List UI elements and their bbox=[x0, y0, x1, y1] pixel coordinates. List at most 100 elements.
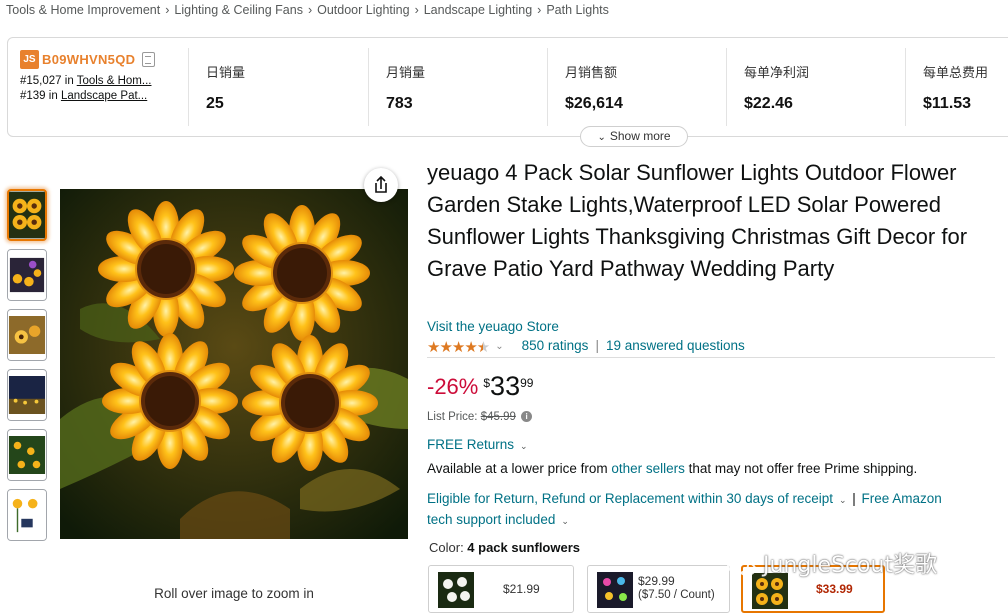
breadcrumb-separator: › bbox=[307, 3, 313, 17]
chevron-down-icon[interactable]: ⌄ bbox=[561, 516, 569, 526]
thumbnail-6[interactable] bbox=[7, 489, 47, 541]
sunflower-thumbnail-image bbox=[8, 310, 46, 360]
color-value: 4 pack sunflowers bbox=[467, 540, 581, 555]
sunflower-thumbnail-image bbox=[9, 191, 45, 239]
breadcrumb-separator: › bbox=[414, 3, 419, 17]
multicolor-flower-swatch-image bbox=[597, 572, 633, 608]
swatch-unit-price: ($7.50 / Count) bbox=[638, 589, 715, 601]
stat-label: 月销售额 bbox=[565, 65, 618, 80]
price-block: -26% $3399 bbox=[427, 371, 534, 406]
divider: | bbox=[848, 491, 860, 506]
rating-row: ★★★★★ ⌄ 850 ratings | 19 answered questions bbox=[427, 338, 995, 358]
breadcrumb-separator: › bbox=[165, 3, 170, 17]
white-flower-swatch-image bbox=[438, 572, 474, 608]
asin-link[interactable]: B09WHVN5QD bbox=[42, 52, 135, 67]
other-sellers-link[interactable]: other sellers bbox=[611, 461, 685, 476]
rank-category-link[interactable]: Landscape Pat... bbox=[61, 90, 147, 102]
watermark: JungleScout奖歌 bbox=[727, 547, 937, 581]
stat-label: 月销量 bbox=[386, 65, 426, 80]
ratings-count-link[interactable]: 850 ratings bbox=[522, 338, 589, 353]
chevron-down-icon[interactable]: ⌄ bbox=[839, 495, 847, 505]
info-icon[interactable]: i bbox=[521, 411, 533, 423]
watermark-text: JungleScout奖歌 bbox=[763, 553, 938, 578]
stat-value: $11.53 bbox=[923, 95, 972, 112]
tech-support-link[interactable]: tech support included bbox=[427, 512, 555, 527]
stat-monthly-revenue: 月销售额 $26,614 bbox=[547, 48, 727, 126]
stat-value: $22.46 bbox=[744, 95, 793, 112]
eligible-return-link[interactable]: Eligible for Return, Refund or Replaceme… bbox=[427, 491, 833, 506]
discount-percent: -26% bbox=[427, 374, 479, 399]
return-eligibility: Eligible for Return, Refund or Replaceme… bbox=[427, 489, 987, 531]
stat-value: 783 bbox=[386, 95, 413, 112]
color-swatch-option[interactable]: $29.99 ($7.50 / Count) bbox=[587, 565, 730, 613]
swatch-price: $21.99 bbox=[503, 582, 540, 596]
rank-line: #139 in Landscape Pat... bbox=[20, 90, 180, 102]
free-returns-label[interactable]: FREE Returns bbox=[427, 437, 514, 452]
jungle-scout-logo-icon: JS bbox=[20, 50, 39, 69]
stat-total-fees: 每单总费用 $11.53 bbox=[905, 48, 1008, 126]
divider: | bbox=[595, 338, 599, 353]
sunflower-thumbnail-image bbox=[8, 490, 46, 540]
stat-net-profit: 每单净利润 $22.46 bbox=[726, 48, 906, 126]
product-main-image[interactable] bbox=[60, 189, 408, 539]
free-returns-link[interactable]: FREE Returns ⌄ bbox=[427, 437, 528, 452]
sunflower-thumbnail-image bbox=[8, 430, 46, 480]
color-selection-label: Color: 4 pack sunflowers bbox=[429, 540, 580, 555]
free-amazon-link[interactable]: Free Amazon bbox=[862, 491, 942, 506]
copy-icon[interactable] bbox=[142, 52, 156, 67]
list-price-value: $45.99 bbox=[480, 411, 516, 423]
breadcrumb-item[interactable]: Outdoor Lighting bbox=[317, 3, 409, 17]
breadcrumb: Tools & Home Improvement › Lighting & Ceil… bbox=[6, 3, 609, 17]
price-whole: 33 bbox=[490, 371, 521, 401]
rank-prefix: #139 in bbox=[20, 90, 61, 102]
breadcrumb-item[interactable]: Lighting & Ceiling Fans bbox=[174, 3, 303, 17]
rank-prefix: #15,027 in bbox=[20, 75, 77, 87]
share-icon bbox=[375, 175, 387, 193]
stat-value: $26,614 bbox=[565, 95, 623, 112]
thumbnail-4[interactable] bbox=[7, 369, 47, 421]
stat-label: 每单净利润 bbox=[744, 65, 810, 80]
answered-questions-link[interactable]: 19 answered questions bbox=[606, 338, 745, 353]
breadcrumb-separator: › bbox=[537, 3, 542, 17]
breadcrumb-item[interactable]: Tools & Home Improvement bbox=[6, 3, 160, 17]
wechat-logo-icon bbox=[727, 556, 756, 576]
stat-value: 25 bbox=[206, 95, 224, 112]
product-title: yeuago 4 Pack Solar Sunflower Lights Out… bbox=[427, 160, 968, 281]
lower-price-suffix: that may not offer free Prime shipping. bbox=[684, 461, 918, 476]
thumbnail-1[interactable] bbox=[7, 189, 47, 241]
zoom-hint: Roll over image to zoom in bbox=[154, 586, 314, 601]
chevron-down-icon: ⌄ bbox=[597, 132, 606, 143]
list-price: List Price: $45.99 i bbox=[427, 411, 533, 423]
lower-price-text: Available at a lower price from bbox=[427, 461, 612, 476]
thumbnail-5[interactable] bbox=[7, 429, 47, 481]
list-price-label: List Price: bbox=[427, 411, 481, 423]
show-more-button[interactable]: ⌄ Show more bbox=[580, 126, 688, 147]
lower-price-notice: Available at a lower price from other se… bbox=[427, 461, 917, 476]
sunflower-lights-image bbox=[60, 189, 408, 539]
store-link[interactable]: Visit the yeuago Store bbox=[427, 319, 559, 334]
rank-line: #15,027 in Tools & Hom... bbox=[20, 75, 180, 87]
sunflower-thumbnail-image bbox=[8, 250, 46, 300]
breadcrumb-item[interactable]: Landscape Lighting bbox=[424, 3, 532, 17]
stat-monthly-sales: 月销量 783 bbox=[368, 48, 548, 126]
share-button[interactable] bbox=[364, 168, 398, 202]
chevron-down-icon[interactable]: ⌄ bbox=[520, 441, 528, 451]
sunflower-thumbnail-image bbox=[8, 370, 46, 420]
asin-block: JS B09WHVN5QD #15,027 in Tools & Hom... #… bbox=[20, 50, 180, 102]
swatch-price: $29.99 bbox=[638, 574, 675, 588]
swatch-price: $33.99 bbox=[816, 582, 853, 596]
price-fraction: 99 bbox=[520, 376, 534, 390]
thumbnail-2[interactable] bbox=[7, 249, 47, 301]
breadcrumb-item[interactable]: Path Lights bbox=[546, 3, 609, 17]
stat-label: 每单总费用 bbox=[923, 65, 989, 80]
thumbnail-3[interactable] bbox=[7, 309, 47, 361]
stat-label: 日销量 bbox=[206, 65, 246, 80]
jungle-scout-panel: JS B09WHVN5QD #15,027 in Tools & Hom... #… bbox=[7, 37, 1008, 147]
color-label: Color: bbox=[429, 540, 468, 555]
color-swatch-option[interactable]: $21.99 bbox=[428, 565, 574, 613]
star-rating-icon[interactable]: ★★★★★ bbox=[427, 338, 490, 356]
show-more-label: Show more bbox=[609, 129, 671, 143]
rank-category-link[interactable]: Tools & Hom... bbox=[77, 75, 152, 87]
stat-daily-sales: 日销量 25 bbox=[188, 48, 368, 126]
chevron-down-icon[interactable]: ⌄ bbox=[495, 341, 503, 352]
